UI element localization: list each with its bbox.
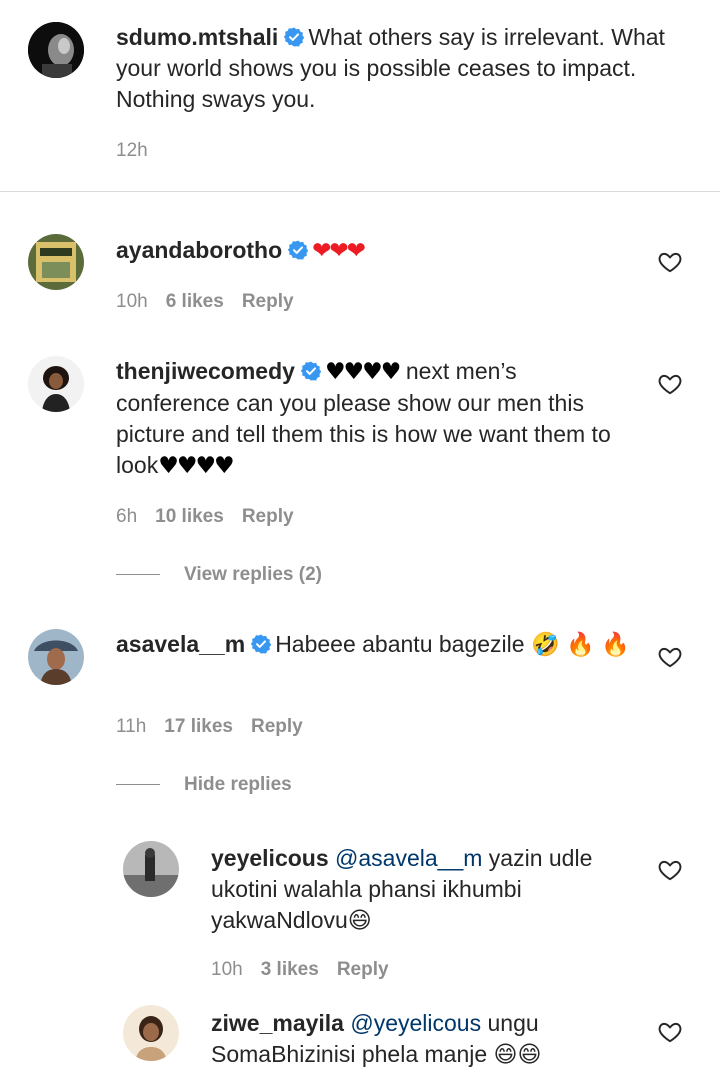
comment-time: 11h <box>116 716 147 737</box>
reply-item: yeyelicous @asavela__m yazin udle ukotin… <box>0 824 720 1002</box>
comment-meta: 6h 10 likes Reply <box>116 506 312 528</box>
comment-username[interactable]: thenjiwecomedy <box>116 358 295 384</box>
comment-item: ayandaborotho ❤❤❤ 10h 6 likes Reply <box>0 192 720 324</box>
divider-line <box>116 574 160 576</box>
like-heart-icon[interactable] <box>657 249 683 275</box>
comment-time: 6h <box>116 506 138 527</box>
view-replies-button[interactable]: View replies (2) <box>116 564 322 590</box>
comment-likes[interactable]: 6 likes <box>166 291 224 312</box>
verified-badge-icon <box>288 240 308 260</box>
comment-body: thenjiwecomedy ♥♥♥♥ next men’s conference… <box>116 356 636 482</box>
comment-meta: 10h 6 likes Reply <box>116 291 312 313</box>
comment-item: thenjiwecomedy ♥♥♥♥ next men’s conference… <box>0 324 720 604</box>
avatar[interactable] <box>123 841 179 897</box>
avatar[interactable] <box>28 22 84 78</box>
avatar[interactable] <box>28 234 84 290</box>
red-hearts-emoji: ❤❤❤ <box>312 238 366 264</box>
hide-replies-button[interactable]: Hide replies <box>116 774 292 800</box>
laughing-emoji: 🤣 <box>530 632 560 658</box>
mention-link[interactable]: @yeyelicous <box>350 1010 481 1036</box>
comment-text: Habeee abantu bagezile <box>275 631 525 657</box>
fire-emoji: 🔥 <box>601 632 630 658</box>
verified-badge-icon <box>301 361 321 381</box>
verified-badge-icon <box>251 634 271 654</box>
reply-username[interactable]: ziwe_mayila <box>211 1010 344 1036</box>
view-replies-label: View replies (2) <box>184 564 322 585</box>
avatar[interactable] <box>28 629 84 685</box>
mention-link[interactable]: @asavela__m <box>335 845 482 871</box>
caption-meta: 12h <box>116 140 166 162</box>
like-heart-icon[interactable] <box>657 1019 683 1045</box>
comment-likes[interactable]: 10 likes <box>155 506 224 527</box>
divider-line <box>116 784 160 786</box>
reply-button[interactable]: Reply <box>242 291 294 312</box>
caption-time: 12h <box>116 140 148 161</box>
comment-username[interactable]: asavela__m <box>116 631 245 657</box>
caption-body: sdumo.mtshali What others say is irreleva… <box>116 22 686 115</box>
grinning-emoji: 😄 <box>347 908 372 934</box>
avatar[interactable] <box>123 1005 179 1061</box>
grinning-emoji: 😄😄 <box>493 1042 542 1068</box>
hide-replies-label: Hide replies <box>184 774 292 795</box>
reply-button[interactable]: Reply <box>242 506 294 527</box>
reply-button[interactable]: Reply <box>251 716 303 737</box>
comment-likes[interactable]: 17 likes <box>164 716 233 737</box>
reply-time: 10h <box>211 959 243 980</box>
reply-username[interactable]: yeyelicous <box>211 845 329 871</box>
comment-body: ayandaborotho ❤❤❤ <box>116 235 636 267</box>
avatar[interactable] <box>28 356 84 412</box>
like-heart-icon[interactable] <box>657 857 683 883</box>
comment-username[interactable]: ayandaborotho <box>116 237 282 263</box>
black-hearts-emoji: ♥♥♥♥ <box>158 453 234 479</box>
reply-body: yeyelicous @asavela__m yazin udle ukotin… <box>211 843 636 937</box>
reply-body: ziwe_mayila @yeyelicous ungu SomaBhizini… <box>211 1008 636 1071</box>
comment-meta: 11h 17 likes Reply <box>116 716 321 738</box>
comment-body: asavela__m Habeee abantu bagezile 🤣 🔥 🔥 <box>116 629 636 661</box>
reply-likes[interactable]: 3 likes <box>261 959 319 980</box>
reply-meta: 10h 3 likes Reply <box>211 959 407 981</box>
like-heart-icon[interactable] <box>657 644 683 670</box>
verified-badge-icon <box>284 27 304 47</box>
reply-item: ziwe_mayila @yeyelicous ungu SomaBhizini… <box>0 1002 720 1090</box>
comment-item: asavela__m Habeee abantu bagezile 🤣 🔥 🔥 1… <box>0 604 720 824</box>
fire-emoji: 🔥 <box>565 632 595 658</box>
post-caption: sdumo.mtshali What others say is irreleva… <box>0 0 720 192</box>
black-hearts-emoji: ♥♥♥♥ <box>324 359 401 385</box>
comment-time: 10h <box>116 291 148 312</box>
like-heart-icon[interactable] <box>657 371 683 397</box>
reply-button[interactable]: Reply <box>337 959 389 980</box>
caption-username[interactable]: sdumo.mtshali <box>116 24 278 50</box>
